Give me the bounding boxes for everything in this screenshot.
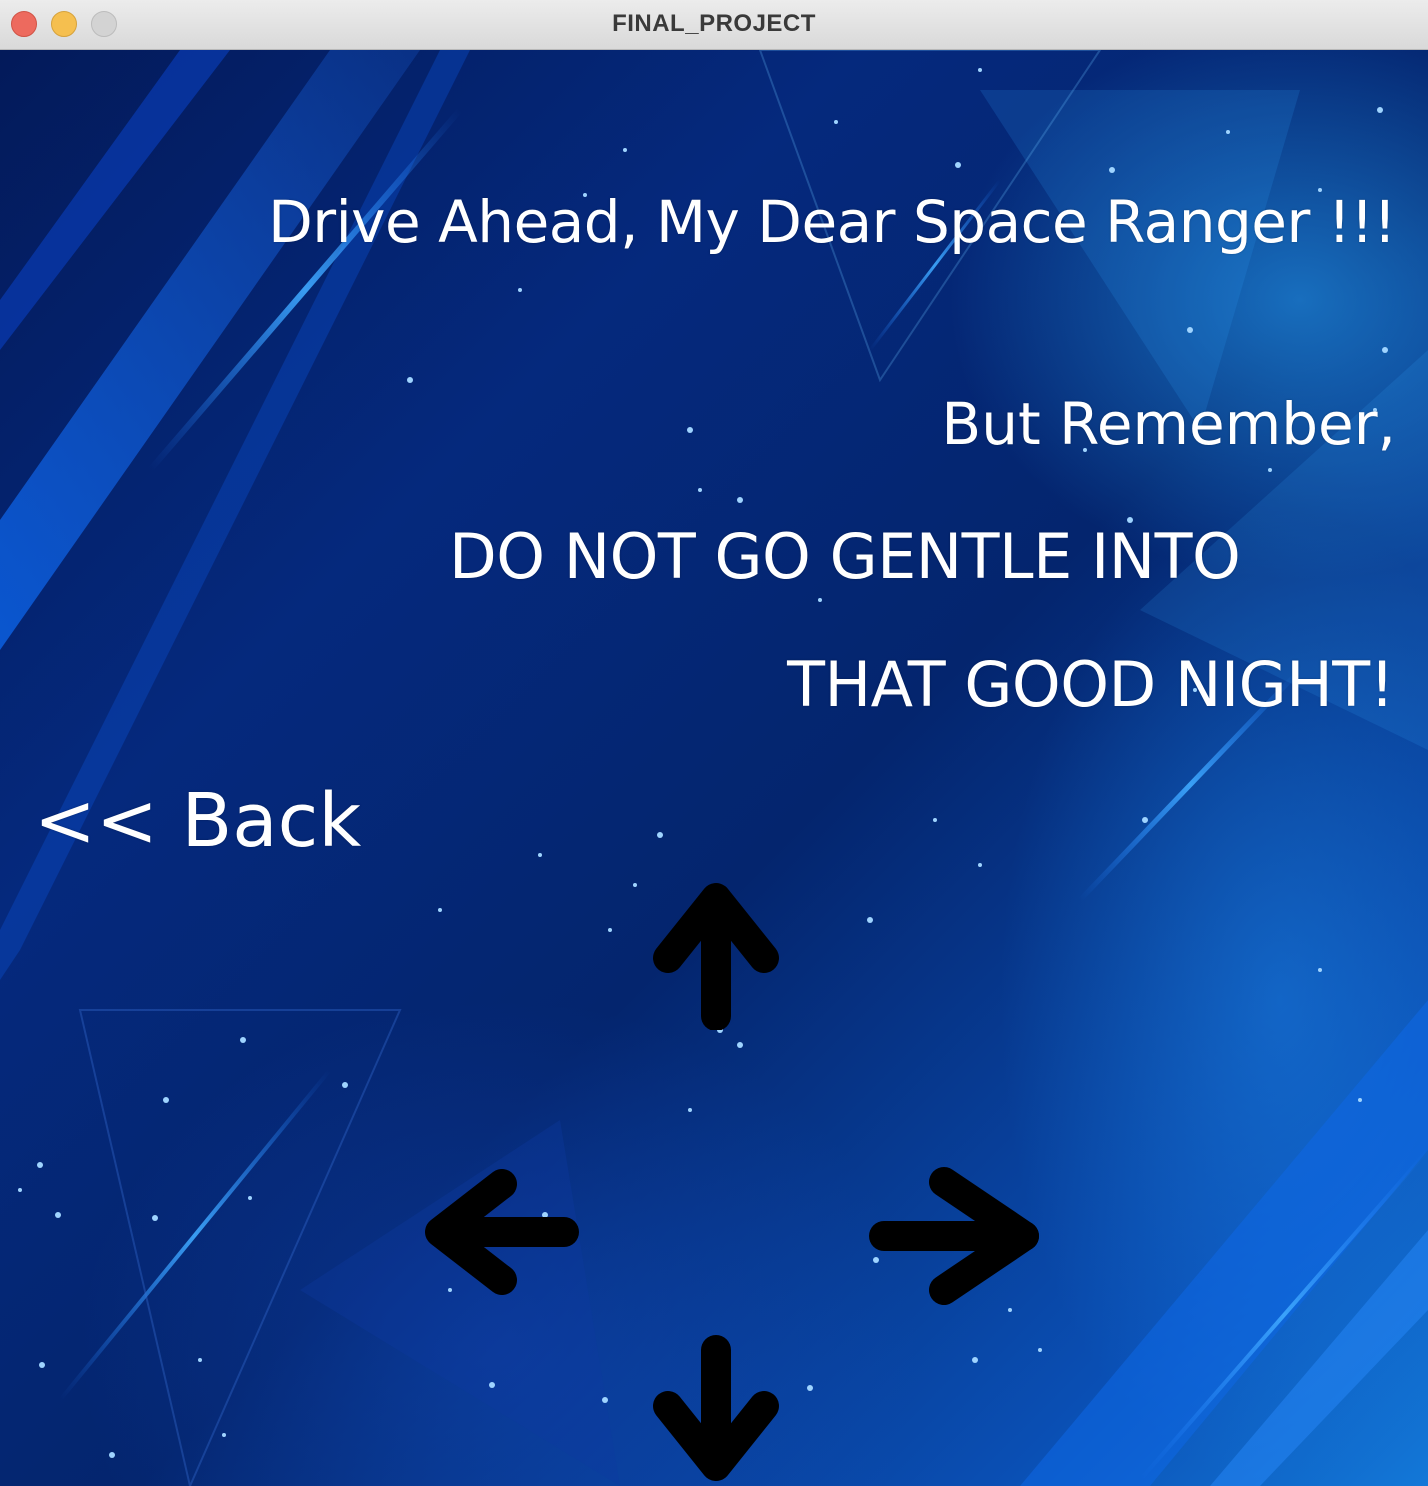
right-arrow-icon[interactable] <box>866 1162 1044 1308</box>
title-bar: FINAL_PROJECT <box>0 0 1428 50</box>
headline-text: Drive Ahead, My Dear Space Ranger !!! <box>268 188 1396 256</box>
quote-line-1: DO NOT GO GENTLE INTO <box>449 520 1241 593</box>
down-arrow-icon[interactable] <box>650 1334 782 1484</box>
game-scene: Drive Ahead, My Dear Space Ranger !!! Bu… <box>0 50 1428 1486</box>
space-background <box>0 50 1428 1486</box>
up-arrow-icon[interactable] <box>650 878 782 1030</box>
left-arrow-icon[interactable] <box>422 1168 580 1300</box>
remember-text: But Remember, <box>941 390 1396 458</box>
game-window: FINAL_PROJECT Drive Ahead, My Dear Space… <box>0 0 1428 1486</box>
window-title: FINAL_PROJECT <box>612 10 816 37</box>
back-button[interactable]: << Back <box>34 778 361 864</box>
quote-line-2: THAT GOOD NIGHT! <box>787 648 1394 721</box>
